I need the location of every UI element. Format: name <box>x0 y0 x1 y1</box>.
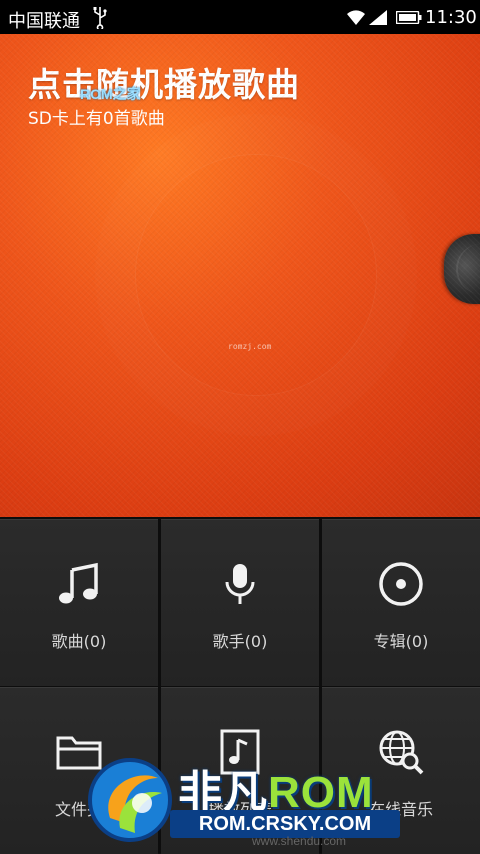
shuffle-play-card[interactable]: 点击随机播放歌曲 ROM之家 SD卡上有0首歌曲 romzj.com <box>0 34 480 517</box>
romzj-watermark: ROM之家 <box>80 86 141 102</box>
tile-artists[interactable]: 歌手(0) <box>161 519 319 686</box>
footer-watermark-url: www.shendu.com <box>252 834 347 848</box>
tile-songs-label: 歌曲(0) <box>51 632 107 651</box>
music-note-icon <box>59 562 98 604</box>
crsky-watermark-logo: 非凡ROM ROM.CRSKY.COM <box>80 748 410 848</box>
microphone-icon <box>225 564 255 604</box>
tile-albums-label: 专辑(0) <box>373 632 429 651</box>
wifi-icon <box>347 10 365 25</box>
vinyl-decoration <box>135 154 377 396</box>
status-time: 11:30 <box>425 7 477 28</box>
player-handle[interactable] <box>444 234 480 304</box>
tile-artists-label: 歌手(0) <box>212 632 268 651</box>
swirl-logo-icon <box>88 758 172 842</box>
carrier-label: 中国联通 <box>8 11 80 32</box>
tile-songs[interactable]: 歌曲(0) <box>0 519 158 686</box>
center-watermark-text: romzj.com <box>228 342 272 351</box>
disc-icon <box>379 562 423 606</box>
song-count-subtitle: SD卡上有0首歌曲 <box>28 109 165 129</box>
signal-icon <box>369 10 387 25</box>
battery-icon <box>396 11 422 24</box>
usb-icon <box>93 7 107 29</box>
status-bar: 中国联通 11:30 <box>0 0 480 34</box>
shuffle-title: 点击随机播放歌曲 <box>28 65 300 104</box>
tile-albums[interactable]: 专辑(0) <box>322 519 480 686</box>
